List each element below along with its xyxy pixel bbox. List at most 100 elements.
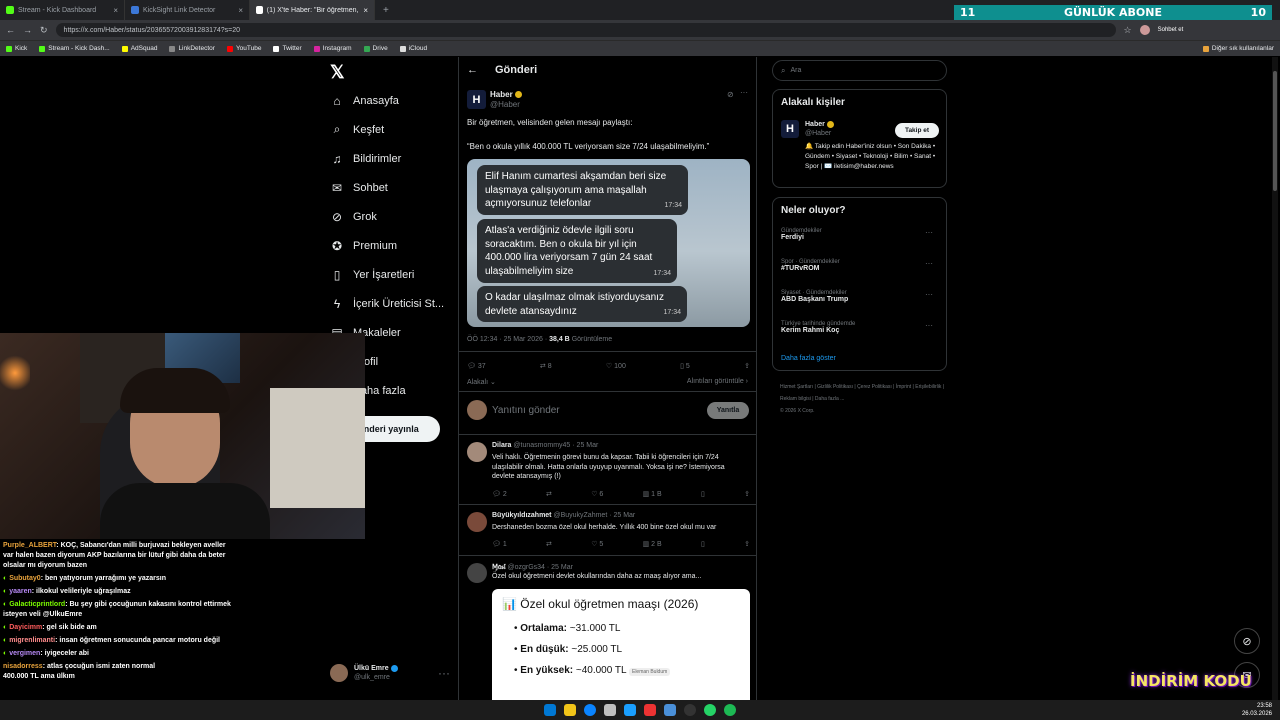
- close-icon[interactable]: ×: [363, 6, 368, 15]
- reply-item[interactable]: Büyükyıldızahmet @BuyukyZahmet · 25 Mar …: [459, 504, 756, 554]
- reply-button[interactable]: 💬︎ 37: [467, 362, 486, 370]
- close-icon[interactable]: ×: [238, 6, 243, 15]
- related-dropdown[interactable]: Alakalı ⌄: [467, 378, 496, 386]
- bookmark-button[interactable]: ▯: [701, 490, 705, 498]
- footer-link[interactable]: Gizlilik Politikası: [817, 384, 853, 390]
- reply-button[interactable]: 💬︎ 1: [492, 540, 507, 548]
- author-handle[interactable]: @Haber: [490, 100, 522, 110]
- chat-button[interactable]: Sohbet et: [1158, 27, 1184, 33]
- tab-kick-dashboard[interactable]: Stream - Kick Dashboard ×: [0, 0, 125, 20]
- footer-link[interactable]: Reklam bilgisi: [780, 396, 811, 402]
- nav-creator-studio[interactable]: ϟ İçerik Üreticisi St...: [330, 289, 460, 318]
- bookmark-button[interactable]: ▯ 5: [680, 362, 690, 370]
- share-icon[interactable]: ⇪: [744, 362, 750, 370]
- grok-icon[interactable]: ⊘: [727, 90, 734, 99]
- bookmark-icloud[interactable]: iCloud: [399, 45, 427, 52]
- tab-kicksight[interactable]: KickSight Link Detector ×: [125, 0, 250, 20]
- avatar: [330, 664, 348, 682]
- more-icon[interactable]: ···: [925, 259, 933, 268]
- app-icon[interactable]: [644, 704, 656, 716]
- forward-icon[interactable]: →: [23, 25, 32, 35]
- copyright: © 2026 X Corp.: [780, 408, 815, 414]
- trend-item[interactable]: Siyaset · Gündemdekiler ABD Başkanı Trump…: [781, 290, 941, 303]
- obs-icon[interactable]: [684, 704, 696, 716]
- nav-notifications[interactable]: ♫ Bildirimler: [330, 144, 460, 173]
- back-arrow-icon[interactable]: ←: [467, 64, 478, 76]
- grok-float-icon[interactable]: ⊘: [1234, 628, 1260, 654]
- more-icon[interactable]: ···: [925, 290, 933, 299]
- reply-item[interactable]: Dilara @tunasmommy45 · 25 Mar Veli haklı…: [459, 434, 756, 503]
- like-button[interactable]: ♡ 5: [591, 540, 603, 548]
- edge-icon[interactable]: [584, 704, 596, 716]
- bookmark-twitter[interactable]: Twitter: [273, 45, 302, 52]
- bookmark-adsquad[interactable]: AdSquad: [121, 45, 157, 52]
- nav-grok[interactable]: ⊘ Grok: [330, 202, 460, 231]
- view-quotes-link[interactable]: Alıntıları görüntüle ›: [687, 378, 748, 385]
- nav-bookmarks[interactable]: ▯ Yer İşaretleri: [330, 260, 460, 289]
- bookmark-linkdetector[interactable]: LinkDetector: [169, 45, 215, 52]
- tab-x-post[interactable]: (1) X'te Haber: "Bir öğretmen, veli... ×: [250, 0, 375, 20]
- spotify-icon[interactable]: [724, 704, 736, 716]
- star-icon[interactable]: ☆: [1124, 25, 1132, 36]
- share-icon[interactable]: ⇪: [744, 540, 750, 548]
- author-name[interactable]: Haber: [490, 90, 513, 99]
- footer-link[interactable]: Çerez Politikası: [857, 384, 892, 390]
- like-button[interactable]: ♡ 100: [606, 362, 626, 370]
- show-more-link[interactable]: Daha fazla göster: [781, 355, 836, 362]
- bookmark-drive[interactable]: Drive: [363, 45, 388, 52]
- bookmark-instagram[interactable]: Instagram: [313, 45, 352, 52]
- like-button[interactable]: ♡ 6: [591, 490, 603, 498]
- account-switcher[interactable]: Ülkü Emre @ulk_emre ···: [330, 660, 450, 686]
- follow-button[interactable]: Takip et: [895, 123, 939, 138]
- footer-link[interactable]: İmprint: [896, 384, 911, 390]
- profile-avatar[interactable]: [1139, 25, 1150, 35]
- file-explorer-icon[interactable]: [564, 704, 576, 716]
- nav-premium[interactable]: ✪ Premium: [330, 231, 460, 260]
- footer-link[interactable]: Erişilebilirlik: [915, 384, 941, 390]
- more-icon[interactable]: ···: [925, 321, 933, 330]
- nav-home[interactable]: ⌂ Anasayfa: [330, 86, 460, 115]
- reload-icon[interactable]: ↻: [40, 25, 48, 36]
- share-icon[interactable]: ⇪: [744, 490, 750, 498]
- trend-item[interactable]: Gündemdekiler Ferdiyi ···: [781, 228, 941, 241]
- repost-button[interactable]: ⇄: [546, 490, 552, 498]
- clock[interactable]: 23:58 26.03.2026: [1242, 702, 1272, 718]
- whatsapp-icon[interactable]: [704, 704, 716, 716]
- footer-link[interactable]: Daha fazla ...: [815, 396, 844, 402]
- steam-icon[interactable]: [624, 704, 636, 716]
- app-icon[interactable]: [664, 704, 676, 716]
- bookmark-button[interactable]: ▯: [701, 540, 705, 548]
- trend-item[interactable]: Spor · Gündemdekiler #TURvROM ···: [781, 259, 941, 272]
- reply-input[interactable]: Yanıtını gönder: [492, 405, 560, 416]
- avatar[interactable]: H: [781, 120, 799, 138]
- reply-item[interactable]: Ɱ𝔞𝔰𝔩 @ozgrGs34 · 25 Mar Özel okul öğretm…: [459, 555, 756, 720]
- x-logo-icon[interactable]: 𝕏: [330, 62, 345, 83]
- repost-button[interactable]: ⇄: [546, 540, 552, 548]
- new-tab-icon[interactable]: +: [375, 5, 397, 16]
- other-bookmarks[interactable]: Diğer sık kullanılanlar: [1202, 45, 1274, 52]
- footer-link[interactable]: Hizmet Şartları: [780, 384, 813, 390]
- nav-explore[interactable]: ⌕ Keşfet: [330, 115, 460, 144]
- bookmark-youtube[interactable]: YouTube: [226, 45, 261, 52]
- more-icon[interactable]: ···: [740, 88, 748, 97]
- bookmark-kick[interactable]: Kick: [6, 45, 27, 52]
- close-icon[interactable]: ×: [113, 6, 118, 15]
- trend-item[interactable]: Türkiye tarihinde gündemde Kerim Rahmi Ko…: [781, 321, 941, 334]
- views-icon[interactable]: ▥ 1 B: [643, 490, 662, 498]
- reply-button[interactable]: 💬︎ 2: [492, 490, 507, 498]
- views-icon[interactable]: ▥ 2 B: [643, 540, 662, 548]
- start-icon[interactable]: [544, 704, 556, 716]
- more-icon[interactable]: ···: [438, 666, 450, 680]
- app-icon[interactable]: [604, 704, 616, 716]
- scrollbar[interactable]: [1272, 57, 1278, 700]
- url-field[interactable]: https://x.com/Haber/status/2036557200391…: [55, 23, 1116, 37]
- back-icon[interactable]: ←: [6, 25, 15, 35]
- repost-button[interactable]: ⇄ 8: [540, 362, 552, 370]
- search-input[interactable]: ⌕ Ara: [772, 60, 947, 81]
- nav-chat[interactable]: ✉ Sohbet: [330, 173, 460, 202]
- more-icon[interactable]: ···: [925, 228, 933, 237]
- reply-submit-button[interactable]: Yanıtla: [707, 402, 749, 419]
- bookmark-stream[interactable]: Stream - Kick Dash...: [39, 45, 110, 52]
- post-image[interactable]: Elif Hanım cumartesi akşamdan beri size …: [467, 159, 750, 327]
- author-avatar[interactable]: H: [467, 90, 486, 109]
